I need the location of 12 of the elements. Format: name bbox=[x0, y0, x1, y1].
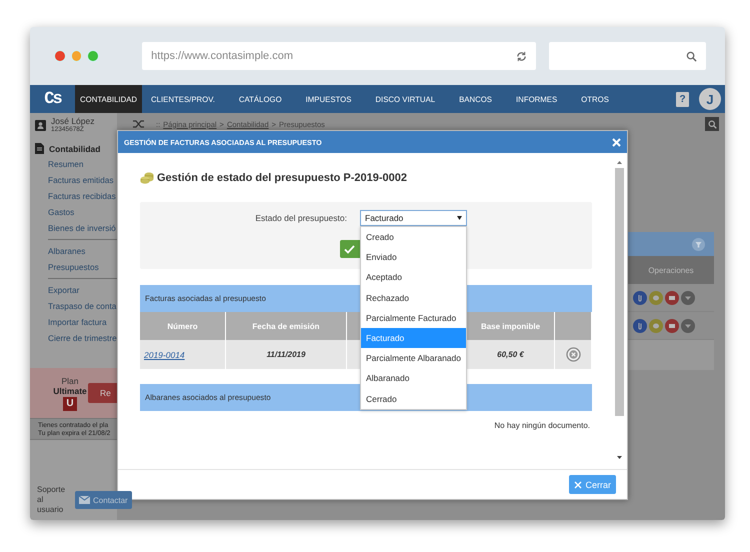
section-title: Contabilidad bbox=[49, 144, 100, 154]
plan-badge: U bbox=[63, 396, 77, 410]
table-cell: 60,50 € bbox=[467, 340, 555, 369]
support-label: Soporte al usuario bbox=[37, 485, 66, 515]
user-name: José López bbox=[51, 117, 94, 126]
dialog-heading: Gestión de estado del presupuesto P-2019-0002 bbox=[157, 172, 408, 184]
field-label: Estado del presupuesto: bbox=[254, 213, 347, 223]
table-cell: 11/11/2019 bbox=[226, 340, 347, 369]
empty-message: No hay ningún documento. bbox=[493, 420, 591, 432]
column-header: Operaciones bbox=[628, 256, 714, 284]
plan-name: Ultimate bbox=[53, 386, 87, 396]
plan-label: Plan bbox=[61, 376, 78, 386]
